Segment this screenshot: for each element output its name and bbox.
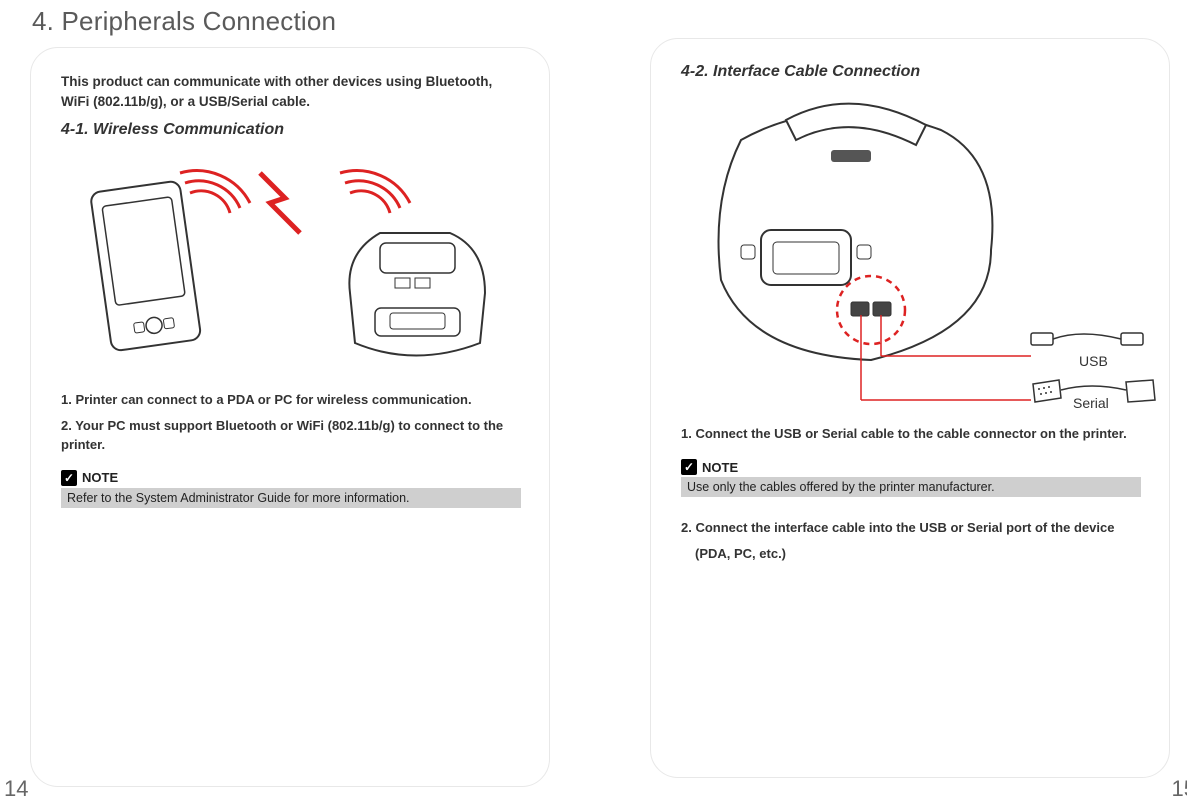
serial-label: Serial <box>1073 395 1109 411</box>
page-number-left: 14 <box>4 776 28 802</box>
note-label: NOTE <box>82 470 118 485</box>
section-title: 4. Peripherals Connection <box>30 0 550 47</box>
note-body-right: Use only the cables offered by the print… <box>681 477 1141 497</box>
right-step-1: 1. Connect the USB or Serial cable to th… <box>681 425 1139 443</box>
right-panel: 4-2. Interface Cable Connection <box>650 38 1170 778</box>
right-step-2a: 2. Connect the interface cable into the … <box>681 519 1139 537</box>
intro-text: This product can communicate with other … <box>61 72 519 111</box>
check-icon: ✓ <box>681 459 697 475</box>
note-body: Refer to the System Administrator Guide … <box>61 488 521 508</box>
step-2: 2. Your PC must support Bluetooth or WiF… <box>61 417 519 453</box>
subheading-4-1: 4-1. Wireless Communication <box>61 121 519 139</box>
check-icon: ✓ <box>61 470 77 486</box>
usb-label: USB <box>1079 353 1108 369</box>
note-block-left: ✓ NOTE Refer to the System Administrator… <box>61 470 519 508</box>
note-block-right: ✓ NOTE Use only the cables offered by th… <box>681 459 1139 497</box>
note-label-right: NOTE <box>702 460 738 475</box>
left-panel: This product can communicate with other … <box>30 47 550 787</box>
page-number-right: 15 <box>1172 776 1187 802</box>
right-step-2b: (PDA, PC, etc.) <box>681 545 1139 563</box>
page-left: 4. Peripherals Connection This product c… <box>0 0 580 808</box>
step-1: 1. Printer can connect to a PDA or PC fo… <box>61 391 519 409</box>
page-right: 4-2. Interface Cable Connection <box>580 0 1187 808</box>
cable-illustration: USB Serial <box>681 95 1139 405</box>
wireless-illustration <box>70 153 510 373</box>
subheading-4-2: 4-2. Interface Cable Connection <box>681 63 1139 81</box>
